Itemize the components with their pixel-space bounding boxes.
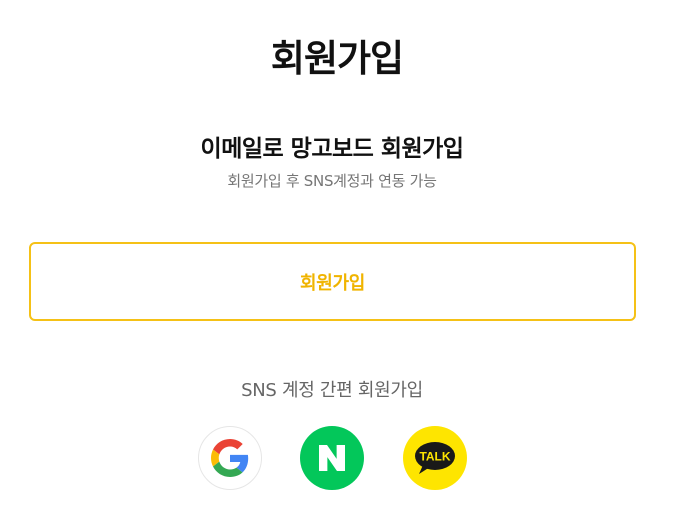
kakao-signup-button[interactable]: TALK bbox=[403, 426, 467, 490]
kakao-talk-icon: TALK bbox=[415, 442, 455, 474]
sns-button-row: TALK bbox=[0, 426, 674, 492]
page-title: 회원가입 bbox=[270, 37, 404, 80]
email-signup-button-label: 회원가입 bbox=[299, 272, 366, 294]
naver-n-icon bbox=[319, 445, 345, 471]
email-signup-button[interactable]: 회원가입 bbox=[29, 242, 636, 321]
google-g-icon bbox=[211, 439, 249, 477]
sns-signup-title: SNS 계정 간편 회원가입 bbox=[241, 380, 423, 401]
kakao-talk-label: TALK bbox=[419, 450, 450, 464]
signup-page: 회원가입 이메일로 망고보드 회원가입 회원가입 후 SNS계정과 연동 가능 … bbox=[0, 0, 674, 531]
email-signup-heading: 이메일로 망고보드 회원가입 bbox=[200, 136, 464, 162]
email-signup-subtext: 회원가입 후 SNS계정과 연동 가능 bbox=[227, 172, 437, 190]
google-signup-button[interactable] bbox=[198, 426, 262, 490]
naver-signup-button[interactable] bbox=[300, 426, 364, 490]
